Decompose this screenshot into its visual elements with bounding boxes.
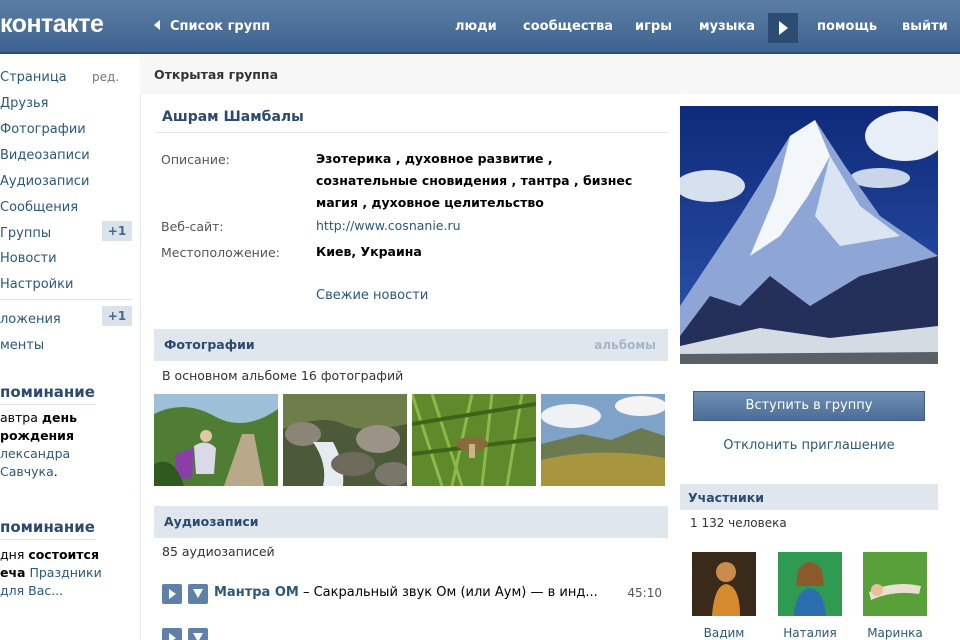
site-logo[interactable]: контакте <box>0 10 104 39</box>
menu-item-apps[interactable]: ложения <box>0 312 61 327</box>
reminder-person-link[interactable]: лександра <box>0 446 70 461</box>
reminder-birthday: автра день рождения лександра Савчука. <box>0 409 130 481</box>
menu-item-audio[interactable]: Аудиозаписи <box>0 174 89 189</box>
reminder-text: дня <box>0 547 29 562</box>
member-name[interactable]: Вадим <box>684 626 764 640</box>
apps-count-badge: +1 <box>102 306 132 326</box>
group-cover-image <box>680 106 938 364</box>
reminder-event-link[interactable]: для Вас... <box>0 583 63 598</box>
back-to-groups-link[interactable]: Список групп <box>154 19 270 34</box>
reminder-divider <box>0 539 96 540</box>
avatar[interactable] <box>863 552 927 616</box>
audio-track <box>162 628 662 640</box>
reminder-bold: еча <box>0 565 26 580</box>
description-value: Эзотерика , духовное развитие , сознател… <box>316 151 633 210</box>
nav-logout[interactable]: выйти <box>902 19 948 34</box>
decline-invitation-link[interactable]: Отклонить приглашение <box>680 438 938 453</box>
back-arrow-icon <box>154 20 160 30</box>
photo-thumbnail[interactable] <box>541 394 665 486</box>
reminder-text: . <box>53 464 58 479</box>
track-artist[interactable]: Мантра ОМ <box>214 585 299 600</box>
top-header: контакте Список групп люди сообщества иг… <box>0 0 960 54</box>
reminder-event-link[interactable]: Праздники <box>26 565 101 580</box>
location-label: Местоположение: <box>161 245 280 260</box>
menu-item-friends[interactable]: Друзья <box>0 96 49 111</box>
audio-title[interactable]: Аудиозаписи <box>164 514 259 529</box>
audio-section-header: Аудиозаписи <box>154 506 668 538</box>
photo-thumbnail[interactable] <box>412 394 536 486</box>
group-name-divider <box>156 132 668 133</box>
members-title[interactable]: Участники <box>688 490 764 505</box>
audio-summary: 85 аудиозаписей <box>162 544 275 559</box>
column-divider <box>140 54 141 640</box>
reminder-person-link[interactable]: Савчука <box>0 464 54 479</box>
nav-music[interactable]: музыка <box>699 19 755 34</box>
reminder-bold: рождения <box>0 428 74 443</box>
photos-title[interactable]: Фотографии <box>164 337 255 352</box>
nav-communities[interactable]: сообщества <box>523 19 613 34</box>
nav-games[interactable]: игры <box>635 19 672 34</box>
photos-summary: В основном альбоме 16 фотографий <box>162 368 404 383</box>
members-count: 1 132 человека <box>690 516 787 530</box>
nav-help[interactable]: помощь <box>817 19 877 34</box>
menu-item-photos[interactable]: Фотографии <box>0 122 86 137</box>
photo-thumbnail[interactable] <box>283 394 407 486</box>
photo-thumbnail[interactable] <box>154 394 278 486</box>
photos-section-header: Фотографии альбомы <box>154 329 668 361</box>
location-value: Киев, Украина <box>316 244 422 259</box>
track-name: – Сакральный звук Ом (или Аум) — в инд..… <box>298 585 598 600</box>
track-duration: 45:10 <box>627 586 662 600</box>
menu-item-extra[interactable]: менты <box>0 338 44 353</box>
menu-item-messages[interactable]: Сообщения <box>0 200 78 215</box>
reminder-bold: день <box>41 410 78 425</box>
menu-item-news[interactable]: Новости <box>0 251 57 266</box>
join-group-button[interactable]: Вступить в группу <box>693 391 925 421</box>
member-name[interactable]: Маринка <box>855 626 935 640</box>
menu-item-videos[interactable]: Видеозаписи <box>0 148 90 163</box>
download-icon[interactable] <box>188 584 208 604</box>
reminder-event: дня состоится еча Праздники для Вас... <box>0 546 130 600</box>
play-icon[interactable] <box>162 628 182 640</box>
avatar[interactable] <box>692 552 756 616</box>
page-title: Открытая группа <box>154 67 278 82</box>
groups-count-badge: +1 <box>102 221 132 241</box>
reminder-text: автра <box>0 410 42 425</box>
audio-track: Мантра ОМ – Сакральный звук Ом (или Аум)… <box>162 584 662 604</box>
menu-item-groups[interactable]: Группы <box>0 226 51 241</box>
fresh-news-link[interactable]: Свежие новости <box>316 288 428 303</box>
avatar[interactable] <box>778 552 842 616</box>
reminder-title: поминание <box>0 383 95 401</box>
reminder-title: поминание <box>0 518 95 536</box>
reminder-divider <box>0 404 96 405</box>
nav-people[interactable]: люди <box>455 19 497 34</box>
music-play-icon[interactable] <box>768 13 798 43</box>
play-icon[interactable] <box>162 584 182 604</box>
track-title[interactable]: Мантра ОМ – Сакральный звук Ом (или Аум)… <box>214 585 598 600</box>
menu-item-page[interactable]: Страница <box>0 70 67 85</box>
description-label: Описание: <box>161 152 230 167</box>
member-name[interactable]: Наталия <box>770 626 850 640</box>
albums-link[interactable]: альбомы <box>594 338 656 352</box>
menu-item-settings[interactable]: Настройки <box>0 277 73 292</box>
reminder-bold: состоится <box>28 547 99 562</box>
back-label: Список групп <box>170 19 271 34</box>
members-section-header: Участники <box>680 484 938 510</box>
download-icon[interactable] <box>188 628 208 640</box>
edit-link[interactable]: ред. <box>92 70 119 84</box>
group-name: Ашрам Шамбалы <box>162 109 304 125</box>
website-label: Веб-сайт: <box>161 219 224 234</box>
website-link[interactable]: http://www.cosnanie.ru <box>316 215 656 237</box>
menu-divider <box>0 299 132 300</box>
